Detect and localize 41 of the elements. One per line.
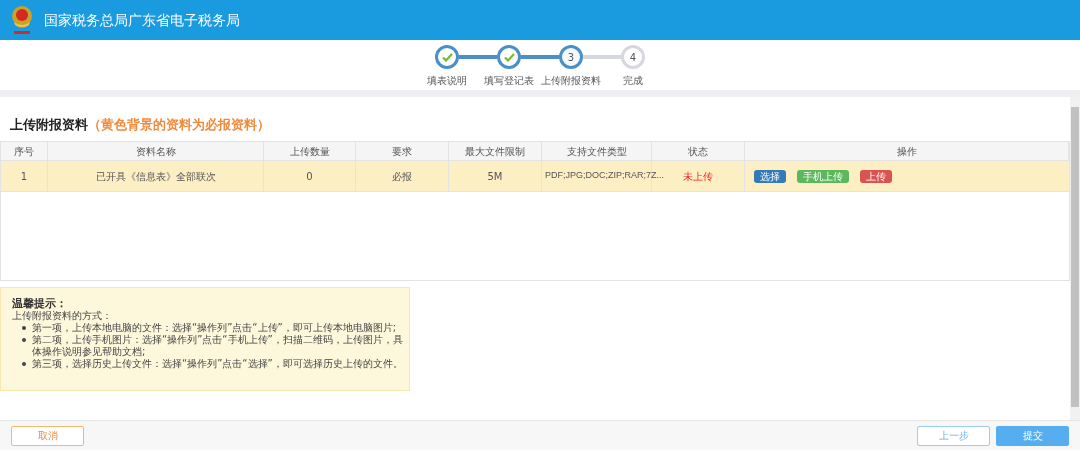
submit-button[interactable]: 提交 bbox=[996, 425, 1069, 446]
step-number: 4 bbox=[629, 50, 637, 65]
table-cell-text: 已开具《信息表》全部联次 bbox=[95, 169, 216, 184]
check-icon bbox=[441, 52, 453, 62]
tip-item: 第三项，选择历史上传文件：选择“操作列”点击“选择”，即可选择历史上传的文件。 bbox=[32, 358, 404, 370]
step-label: 填写登记表 bbox=[484, 74, 534, 88]
table-cell-text: 5M bbox=[487, 169, 503, 184]
table-cell-text: 1 bbox=[20, 169, 28, 184]
bullet-icon bbox=[22, 362, 26, 366]
step-number: 3 bbox=[567, 50, 575, 65]
column-header: 资料名称 bbox=[48, 142, 264, 160]
bullet-icon bbox=[22, 338, 26, 342]
column-header: 序号 bbox=[1, 142, 48, 160]
table-cell-text: 必报 bbox=[392, 169, 412, 184]
table-cell: PDF;JPG;DOC;ZIP;RAR;7Z... bbox=[545, 169, 664, 183]
cancel-button[interactable]: 取消 bbox=[11, 425, 84, 446]
action-button[interactable]: 上传 bbox=[860, 169, 892, 183]
step-label: 上传附报资料 bbox=[541, 74, 601, 88]
emblem-icon bbox=[10, 4, 34, 36]
previous-button[interactable]: 上一步 bbox=[917, 425, 990, 446]
action-button[interactable]: 手机上传 bbox=[797, 169, 849, 183]
check-icon bbox=[503, 52, 515, 62]
step-label: 填表说明 bbox=[427, 74, 467, 88]
site-title: 国家税务总局广东省电子税务局 bbox=[44, 10, 240, 30]
action-button[interactable]: 选择 bbox=[754, 169, 786, 183]
column-header: 要求 bbox=[356, 142, 449, 160]
table-cell-text: 0 bbox=[306, 169, 313, 184]
bullet-icon bbox=[22, 326, 26, 330]
column-header: 支持文件类型 bbox=[542, 142, 652, 160]
section-title: 上传附报资料 bbox=[10, 115, 88, 134]
column-header: 操作 bbox=[745, 142, 1069, 160]
section-note: （黄色背景的资料为必报资料） bbox=[88, 115, 270, 134]
tip-item: 第二项，上传手机图片：选择“操作列”点击“手机上传”，扫描二维码，上传图片，具体操作说明参见帮助文档; bbox=[32, 334, 404, 358]
tips-title: 温馨提示： bbox=[12, 297, 68, 310]
status-text: 未上传 bbox=[683, 169, 713, 184]
step-label: 完成 bbox=[623, 74, 643, 88]
column-header: 状态 bbox=[652, 142, 745, 160]
tips-intro: 上传附报资料的方式： bbox=[12, 310, 113, 322]
column-header: 上传数量 bbox=[264, 142, 356, 160]
column-header: 最大文件限制 bbox=[449, 142, 542, 160]
tip-item: 第一项，上传本地电脑的文件：选择“操作列”点击“上传”，即可上传本地电脑图片; bbox=[32, 322, 398, 334]
